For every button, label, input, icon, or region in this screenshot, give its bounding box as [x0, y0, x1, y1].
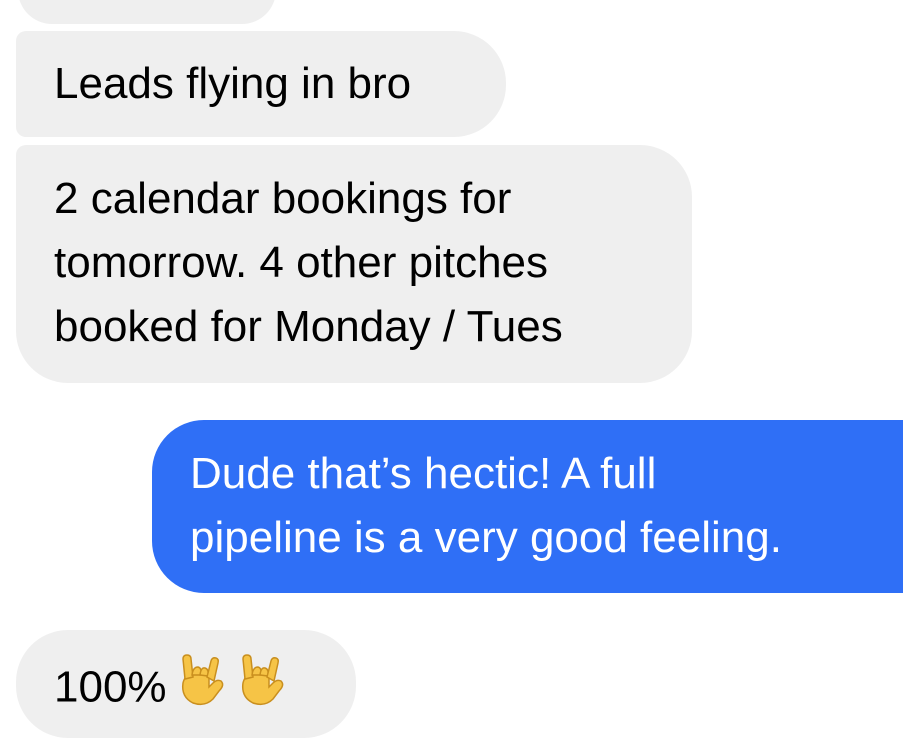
message-text: Leads flying in bro: [54, 59, 412, 108]
message-text: Dude that’s hectic! A full: [190, 449, 657, 498]
message-thread: Leads flying in bro 2 calendar bookings …: [0, 0, 903, 756]
message-bubble-incoming[interactable]: 100%: [16, 630, 356, 738]
love-you-gesture-icon: [229, 653, 287, 727]
message-bubble-incoming[interactable]: Leads flying in bro: [16, 31, 506, 137]
message-text: pipeline is a very good feeling.: [190, 513, 782, 562]
message-bubble-incoming[interactable]: 2 calendar bookings for tomorrow. 4 othe…: [16, 145, 692, 383]
message-text: booked for Monday / Tues: [54, 302, 563, 351]
message-text: 2 calendar bookings for: [54, 174, 512, 223]
message-bubble-incoming[interactable]: [18, 0, 276, 24]
love-you-gesture-icon: [169, 653, 227, 727]
message-text: tomorrow. 4 other pitches: [54, 238, 549, 287]
message-bubble-outgoing[interactable]: Dude that’s hectic! A full pipeline is a…: [152, 420, 903, 593]
message-text: 100%: [54, 662, 167, 712]
